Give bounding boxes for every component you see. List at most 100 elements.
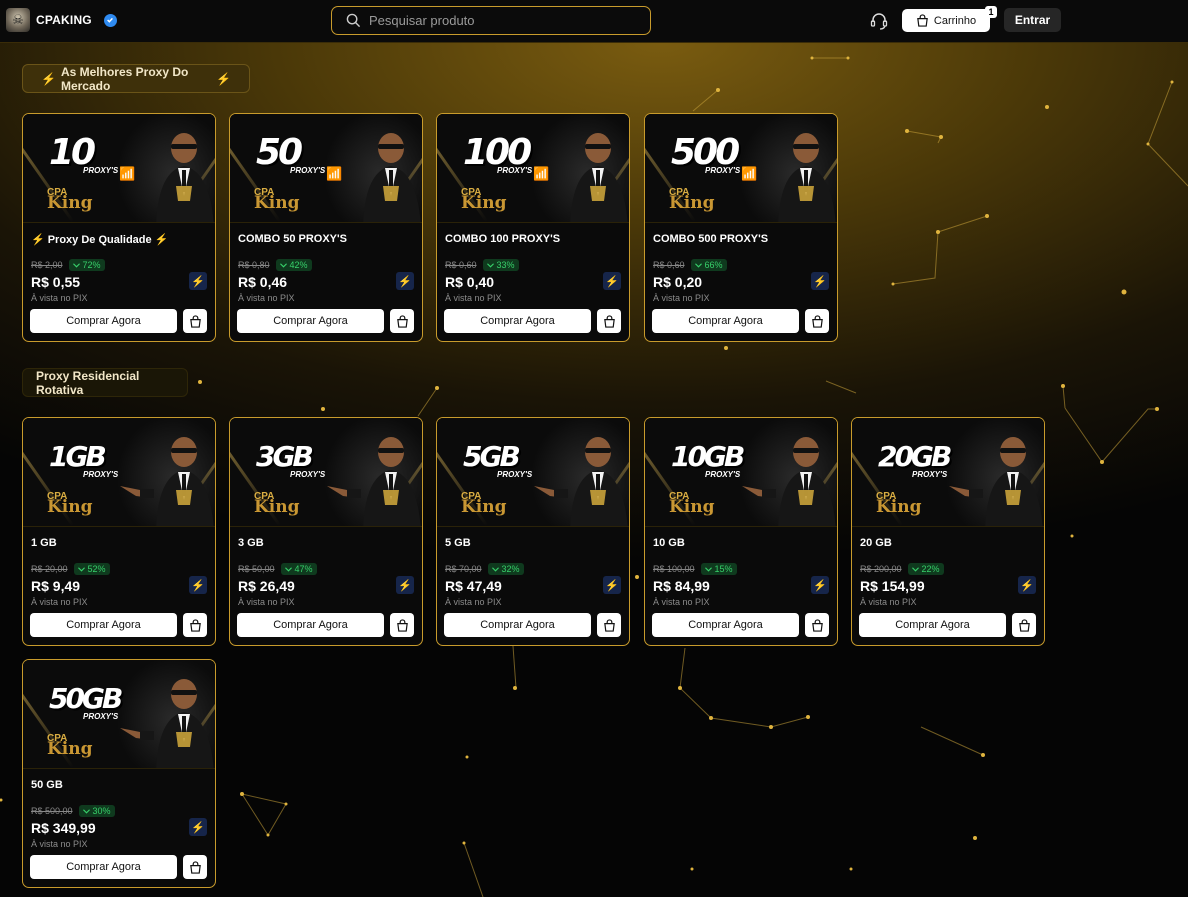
product-banner-image[interactable]: 10 PROXY'S 📶 CPA King bbox=[23, 114, 215, 223]
product-title[interactable]: 20 GB bbox=[860, 537, 1036, 551]
buy-now-button[interactable]: Comprar Agora bbox=[237, 309, 384, 333]
card-actions: Comprar Agora bbox=[444, 309, 621, 333]
product-card[interactable]: 10GB PROXY'S CPA King 10 GB R$ 100,00 15% R$ 84… bbox=[644, 417, 838, 646]
buy-now-button[interactable]: Comprar Agora bbox=[237, 613, 384, 637]
buy-now-button[interactable]: Comprar Agora bbox=[652, 309, 799, 333]
discount-value: 33% bbox=[496, 260, 515, 270]
buy-now-button[interactable]: Comprar Agora bbox=[30, 613, 177, 637]
spokesperson-image bbox=[562, 126, 629, 222]
banner-quantity: 5GB bbox=[463, 440, 521, 473]
old-price: R$ 0,60 bbox=[445, 260, 477, 270]
add-to-cart-bag-icon[interactable] bbox=[597, 309, 621, 333]
spokesperson-image bbox=[562, 430, 629, 526]
banner-brand-logo: CPA King bbox=[254, 492, 299, 516]
product-card[interactable]: 500 PROXY'S 📶 CPA King COMBO 500 PROXY'S R$ 0,… bbox=[644, 113, 838, 342]
product-card[interactable]: 1GB PROXY'S CPA King 1 GB R$ 20,00 52% R$ 9,49 À… bbox=[22, 417, 216, 646]
product-banner-image[interactable]: 500 PROXY'S 📶 CPA King bbox=[645, 114, 837, 223]
product-title[interactable]: 3 GB bbox=[238, 537, 414, 551]
pix-note: À vista no PIX bbox=[445, 293, 502, 303]
product-card[interactable]: 20GB PROXY'S CPA King 20 GB R$ 200,00 22% R$ 15… bbox=[851, 417, 1045, 646]
product-banner-image[interactable]: 20GB PROXY'S CPA King bbox=[852, 418, 1044, 527]
banner-suffix: PROXY'S bbox=[912, 470, 948, 479]
price-row: R$ 20,00 52% bbox=[31, 563, 207, 575]
buy-now-button[interactable]: Comprar Agora bbox=[444, 613, 591, 637]
cart-button[interactable]: Carrinho bbox=[902, 9, 990, 32]
discount-badge: 15% bbox=[700, 563, 737, 575]
price-row: R$ 70,00 32% bbox=[445, 563, 621, 575]
product-title[interactable]: 5 GB bbox=[445, 537, 621, 551]
product-info: 50 GB R$ 500,00 30% R$ 349,99 À vista no PIX… bbox=[23, 769, 215, 849]
login-button[interactable]: Entrar bbox=[1004, 8, 1061, 32]
product-banner-image[interactable]: 3GB PROXY'S CPA King bbox=[230, 418, 422, 527]
product-card[interactable]: 100 PROXY'S 📶 CPA King COMBO 100 PROXY'S R$ 0,… bbox=[436, 113, 630, 342]
wifi-icon: 📶 bbox=[326, 166, 343, 181]
product-banner-image[interactable]: 5GB PROXY'S CPA King bbox=[437, 418, 629, 527]
add-to-cart-bag-icon[interactable] bbox=[597, 613, 621, 637]
card-actions: Comprar Agora bbox=[444, 613, 621, 637]
discount-value: 52% bbox=[87, 564, 106, 574]
product-banner-image[interactable]: 50 PROXY'S 📶 CPA King bbox=[230, 114, 422, 223]
product-banner-image[interactable]: 100 PROXY'S 📶 CPA King bbox=[437, 114, 629, 223]
wifi-icon: 📶 bbox=[741, 166, 758, 181]
product-card[interactable]: 10 PROXY'S 📶 CPA King ⚡ Proxy De Qualidade ⚡ R$ … bbox=[22, 113, 216, 342]
old-price: R$ 100,00 bbox=[653, 564, 695, 574]
product-card[interactable]: 50GB PROXY'S CPA King 50 GB R$ 500,00 30% R$ 34… bbox=[22, 659, 216, 888]
product-card[interactable]: 3GB PROXY'S CPA King 3 GB R$ 50,00 47% R$ 26,49… bbox=[229, 417, 423, 646]
instant-delivery-bolt-icon: ⚡ bbox=[189, 272, 207, 290]
buy-now-button[interactable]: Comprar Agora bbox=[859, 613, 1006, 637]
product-banner-image[interactable]: 10GB PROXY'S CPA King bbox=[645, 418, 837, 527]
banner-suffix: PROXY'S bbox=[290, 166, 326, 175]
discount-badge: 22% bbox=[907, 563, 944, 575]
banner-quantity: 3GB bbox=[256, 440, 314, 473]
search-bar[interactable] bbox=[331, 6, 651, 35]
add-to-cart-bag-icon[interactable] bbox=[183, 309, 207, 333]
old-price: R$ 20,00 bbox=[31, 564, 68, 574]
product-title[interactable]: 1 GB bbox=[31, 537, 207, 551]
buy-now-button[interactable]: Comprar Agora bbox=[30, 855, 177, 879]
product-title[interactable]: 10 GB bbox=[653, 537, 829, 551]
cart-label: Carrinho bbox=[933, 14, 977, 27]
old-price: R$ 0,60 bbox=[653, 260, 685, 270]
add-to-cart-bag-icon[interactable] bbox=[390, 613, 414, 637]
section-title-best-proxies: ⚡ As Melhores Proxy Do Mercado ⚡ bbox=[22, 64, 250, 93]
banner-suffix: PROXY'S bbox=[497, 470, 533, 479]
add-to-cart-bag-icon[interactable] bbox=[1012, 613, 1036, 637]
brand[interactable]: ☠ CPAKING bbox=[6, 8, 117, 32]
bolt-icon: ⚡ bbox=[216, 71, 231, 86]
support-headset-icon[interactable] bbox=[869, 11, 889, 36]
product-title[interactable]: COMBO 50 PROXY'S bbox=[238, 233, 414, 247]
add-to-cart-bag-icon[interactable] bbox=[183, 855, 207, 879]
instant-delivery-bolt-icon: ⚡ bbox=[603, 576, 621, 594]
search-input[interactable] bbox=[369, 13, 639, 28]
product-info: 3 GB R$ 50,00 47% R$ 26,49 À vista no PIX ⚡ bbox=[230, 527, 422, 607]
banner-suffix: PROXY'S bbox=[497, 166, 533, 175]
product-title[interactable]: 50 GB bbox=[31, 779, 207, 793]
discount-badge: 30% bbox=[78, 805, 115, 817]
product-title[interactable]: COMBO 100 PROXY'S bbox=[445, 233, 621, 247]
product-card[interactable]: 5GB PROXY'S CPA King 5 GB R$ 70,00 32% R$ 47,49… bbox=[436, 417, 630, 646]
discount-value: 30% bbox=[92, 806, 111, 816]
add-to-cart-bag-icon[interactable] bbox=[805, 309, 829, 333]
store-logo[interactable]: ☠ bbox=[6, 8, 30, 32]
spokesperson-image bbox=[355, 430, 422, 526]
old-price: R$ 50,00 bbox=[238, 564, 275, 574]
product-title[interactable]: COMBO 500 PROXY'S bbox=[653, 233, 829, 247]
product-title[interactable]: ⚡ Proxy De Qualidade ⚡ bbox=[31, 233, 207, 247]
product-banner-image[interactable]: 1GB PROXY'S CPA King bbox=[23, 418, 215, 527]
buy-now-button[interactable]: Comprar Agora bbox=[30, 309, 177, 333]
chevron-down-icon bbox=[82, 808, 90, 814]
add-to-cart-bag-icon[interactable] bbox=[183, 613, 207, 637]
instant-delivery-bolt-icon: ⚡ bbox=[396, 272, 414, 290]
buy-now-button[interactable]: Comprar Agora bbox=[444, 309, 591, 333]
old-price: R$ 500,00 bbox=[31, 806, 73, 816]
spokesperson-image bbox=[148, 430, 215, 526]
price-row: R$ 0,60 33% bbox=[445, 259, 621, 271]
product-card[interactable]: 50 PROXY'S 📶 CPA King COMBO 50 PROXY'S R$ 0,80… bbox=[229, 113, 423, 342]
store-name[interactable]: CPAKING bbox=[36, 13, 92, 27]
product-info: 10 GB R$ 100,00 15% R$ 84,99 À vista no PIX ⚡ bbox=[645, 527, 837, 607]
product-banner-image[interactable]: 50GB PROXY'S CPA King bbox=[23, 660, 215, 769]
banner-suffix: PROXY'S bbox=[83, 712, 119, 721]
add-to-cart-bag-icon[interactable] bbox=[805, 613, 829, 637]
add-to-cart-bag-icon[interactable] bbox=[390, 309, 414, 333]
buy-now-button[interactable]: Comprar Agora bbox=[652, 613, 799, 637]
